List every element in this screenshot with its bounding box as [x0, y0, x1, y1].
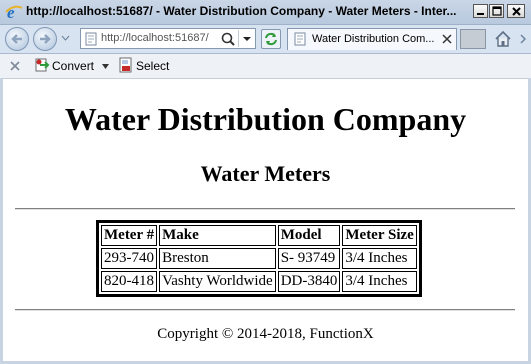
table-cell: Breston: [159, 248, 276, 269]
back-button[interactable]: [5, 27, 29, 51]
refresh-icon: [265, 32, 277, 46]
address-input[interactable]: http://localhost:51687/: [101, 32, 219, 44]
navigation-bar: http://localhost:51687/ Water Distributi…: [0, 25, 531, 54]
tab-water-meters[interactable]: Water Distribution Com...: [287, 28, 457, 50]
address-dropdown-button[interactable]: [238, 30, 255, 47]
tab-label: Water Distribution Com...: [312, 33, 435, 45]
page-title: Water Distribution Company: [64, 101, 467, 137]
page-subtitle: Water Meters: [200, 161, 331, 186]
page-icon: [294, 32, 306, 46]
table-cell: 293-740: [101, 248, 158, 269]
table-cell: 820-418: [101, 271, 158, 292]
convert-button[interactable]: Convert: [52, 59, 94, 73]
minimize-icon: [477, 13, 484, 15]
divider: [15, 208, 515, 210]
new-tab-button[interactable]: [460, 29, 486, 49]
chevron-right-icon[interactable]: [518, 30, 528, 48]
table-row: 820-418 Vashty Worldwide DD-3840 3/4 Inc…: [101, 271, 417, 292]
maximize-icon: [492, 6, 502, 16]
pdf-convert-icon[interactable]: [34, 57, 50, 73]
ie-logo-icon: e: [5, 3, 23, 21]
table-cell: S- 93749: [277, 248, 341, 269]
select-button[interactable]: Select: [136, 59, 169, 73]
chevron-down-icon: [243, 37, 251, 41]
title-bar: e http://localhost:51687/ - Water Distri…: [0, 0, 531, 25]
chevron-down-icon[interactable]: [102, 64, 109, 69]
close-toolbar-icon[interactable]: [10, 61, 20, 71]
column-header-meter-number: Meter #: [101, 225, 158, 246]
home-icon[interactable]: [494, 30, 512, 48]
column-header-make: Make: [159, 225, 276, 246]
page-content: Water Distribution Company Water Meters …: [3, 79, 528, 361]
back-arrow-icon: [11, 34, 22, 44]
copyright-text: Copyright © 2014-2018, FunctionX: [157, 326, 374, 342]
table-cell: 3/4 Inches: [342, 271, 417, 292]
table-row: 293-740 Breston S- 93749 3/4 Inches: [101, 248, 417, 269]
pdf-select-icon[interactable]: [118, 57, 134, 73]
column-header-meter-size: Meter Size: [342, 225, 417, 246]
search-icon[interactable]: [220, 31, 236, 47]
table-cell: Vashty Worldwide: [159, 271, 276, 292]
divider: [15, 309, 515, 311]
minimize-button[interactable]: [473, 4, 488, 18]
window-title: http://localhost:51687/ - Water Distribu…: [26, 4, 457, 18]
svg-text:e: e: [7, 3, 15, 21]
forward-button[interactable]: [33, 27, 57, 51]
water-meters-table: Meter # Make Model Meter Size 293-740 Br…: [96, 220, 422, 297]
column-header-model: Model: [277, 225, 341, 246]
tab-close-icon[interactable]: [442, 34, 452, 44]
address-bar[interactable]: http://localhost:51687/: [80, 28, 256, 49]
history-dropdown-icon[interactable]: [61, 35, 70, 42]
refresh-button[interactable]: [261, 29, 281, 49]
command-bar: Convert Select: [0, 54, 531, 79]
page-icon: [85, 32, 97, 46]
table-cell: 3/4 Inches: [342, 248, 417, 269]
table-cell: DD-3840: [277, 271, 341, 292]
close-icon: [512, 7, 521, 16]
maximize-button[interactable]: [489, 4, 504, 18]
table-header-row: Meter # Make Model Meter Size: [101, 225, 417, 246]
close-window-button[interactable]: [507, 4, 525, 18]
forward-arrow-icon: [40, 34, 51, 44]
